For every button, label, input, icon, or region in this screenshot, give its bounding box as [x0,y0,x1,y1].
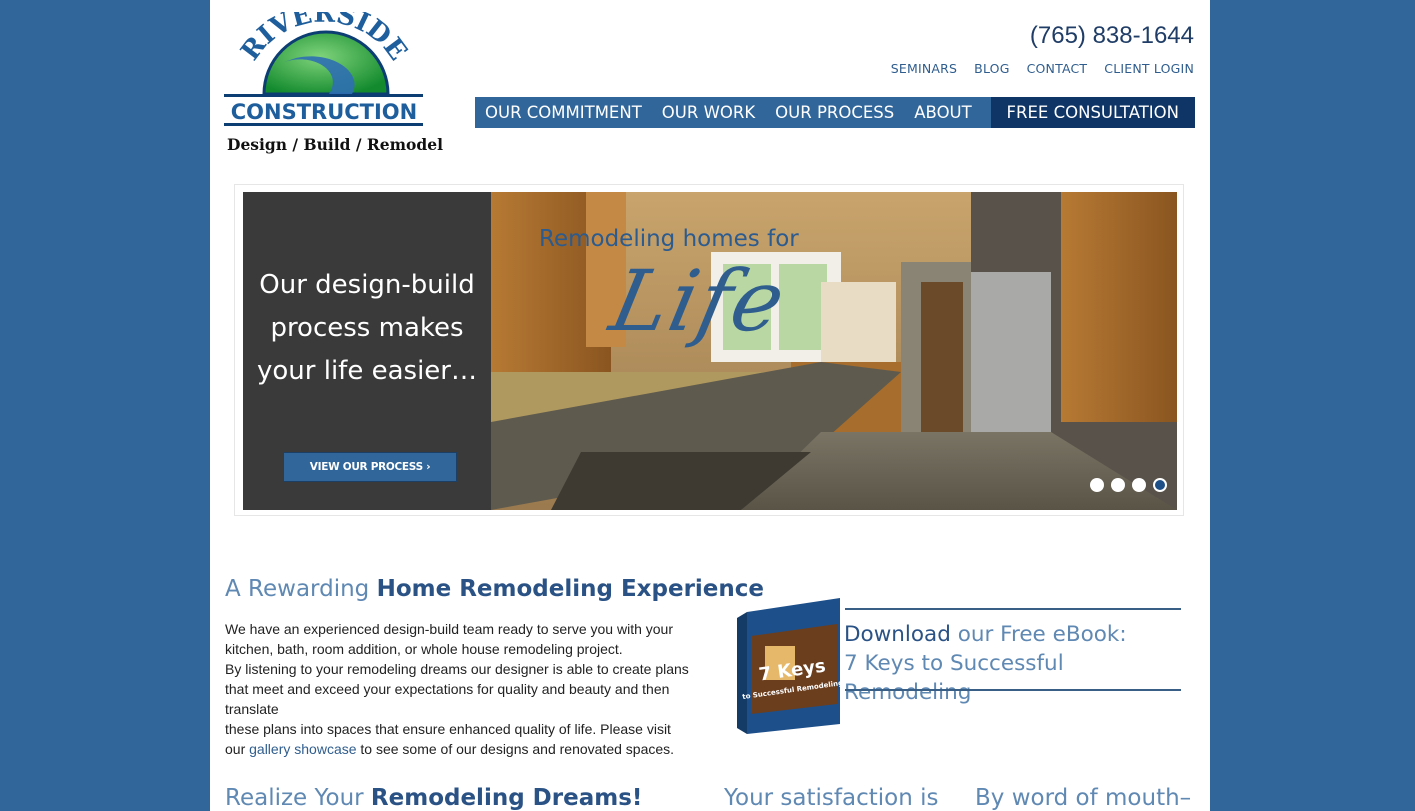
ebook-free: our Free eBook: [950,622,1127,647]
intro-text: to see some of our designs and renovated… [356,741,675,757]
slider-dot[interactable] [1132,478,1146,492]
intro-body: We have an experienced design-build team… [225,619,695,759]
nav-seminars[interactable]: SEMINARS [891,61,957,76]
logo-graphic: RIVERSIDE CONSTRUCTION [224,12,423,126]
logo-name: CONSTRUCTION [231,100,418,124]
slider-dots [1090,478,1167,492]
slide-script-word: Life [602,252,795,350]
main-nav: OUR COMMITMENT OUR WORK OUR PROCESS ABOU… [475,97,1195,128]
slide-caption-panel: Our design-build process makes your life… [243,192,491,510]
nav-our-work[interactable]: OUR WORK [652,97,765,128]
hero-slider: Our design-build process makes your life… [243,192,1177,510]
satisfaction-heading: Your satisfaction is [724,785,939,811]
ebook-link[interactable]: Download our Free eBook: 7 Keys to Succe… [844,620,1189,707]
intro-paragraph-3: these plans into spaces that ensure enha… [225,719,695,759]
nav-our-process[interactable]: OUR PROCESS [765,97,904,128]
nav-blog[interactable]: BLOG [974,61,1009,76]
nav-contact[interactable]: CONTACT [1027,61,1088,76]
nav-about[interactable]: ABOUT [904,97,981,128]
ebook-cover[interactable]: 7 Keys to Successful Remodeling [725,596,845,736]
nav-our-commitment[interactable]: OUR COMMITMENT [475,97,652,128]
intro-paragraph-2: By listening to your remodeling dreams o… [225,661,689,717]
slider-dot[interactable] [1090,478,1104,492]
view-process-button[interactable]: VIEW OUR PROCESS › [283,452,457,482]
company-logo[interactable]: RIVERSIDE CONSTRUCTION Design / Build / … [224,12,443,157]
phone-number[interactable]: (765) 838-1644 [1030,22,1194,50]
slide-title: Our design-build process makes your life… [257,270,477,386]
slider-dot[interactable] [1111,478,1125,492]
dreams-heading: Realize Your Remodeling Dreams! [225,785,642,811]
dreams-heading-light: Realize Your [225,785,371,811]
logo-tagline: Design / Build / Remodel [227,135,443,154]
word-of-mouth-heading: By word of mouth– [975,785,1192,811]
ebook-divider-top [845,608,1181,610]
intro-paragraph-1: We have an experienced design-build team… [225,621,673,657]
nav-client-login[interactable]: CLIENT LOGIN [1104,61,1194,76]
utility-nav: SEMINARS BLOG CONTACT CLIENT LOGIN [891,61,1194,76]
slide-headline: Remodeling homes for [539,226,799,252]
nav-free-consultation[interactable]: FREE CONSULTATION [990,97,1195,128]
ebook-line-1: Download our Free eBook: [844,620,1189,649]
ebook-line-2: 7 Keys to Successful Remodeling [844,651,1064,705]
intro-heading-light: A Rewarding [225,576,377,602]
dreams-heading-bold: Remodeling Dreams! [370,785,643,811]
ebook-download: Download [844,622,951,647]
ebook-divider-bottom [845,689,1181,691]
intro-heading-bold: Home Remodeling Experience [376,576,764,602]
page-container: RIVERSIDE CONSTRUCTION Design / Build / … [210,0,1210,811]
gallery-showcase-link[interactable]: gallery showcase [249,741,356,757]
slider-dot-active[interactable] [1153,478,1167,492]
intro-heading: A Rewarding Home Remodeling Experience [225,576,764,602]
